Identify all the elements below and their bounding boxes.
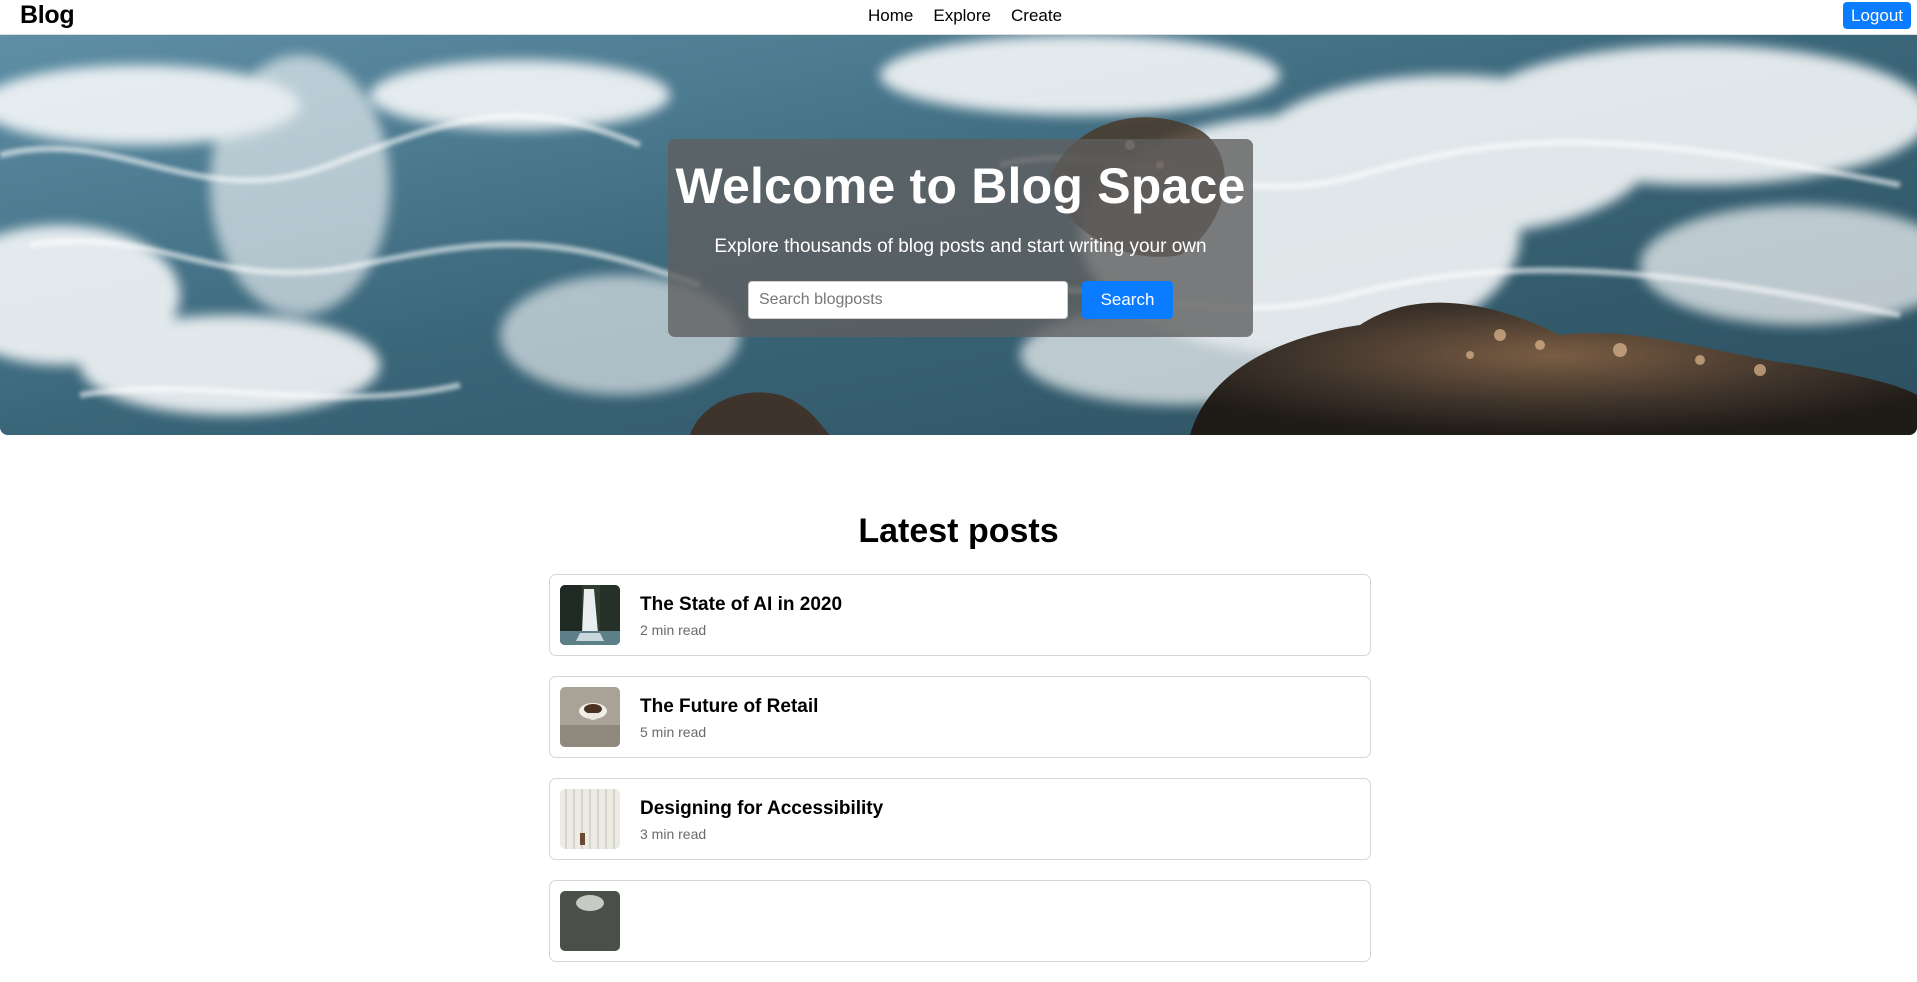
latest-posts-heading: Latest posts <box>858 512 1059 550</box>
nav-explore-link[interactable]: Explore <box>933 6 991 26</box>
post-card[interactable] <box>549 880 1371 962</box>
post-list: The State of AI in 2020 2 min read The F… <box>549 574 1371 982</box>
curtain-thumbnail <box>560 789 620 849</box>
post-card[interactable]: Designing for Accessibility 3 min read <box>549 778 1371 860</box>
post-title[interactable]: Designing for Accessibility <box>640 798 883 820</box>
nav-home-link[interactable]: Home <box>868 6 913 26</box>
post-read-time: 5 min read <box>640 724 707 740</box>
search-form: Search <box>748 281 1173 319</box>
hero-title: Welcome to Blog Space <box>675 158 1246 214</box>
search-input[interactable] <box>748 281 1068 319</box>
waterfall-thumbnail <box>560 585 620 645</box>
post-read-time: 2 min read <box>640 622 707 638</box>
hero-banner: Welcome to Blog Space Explore thousands … <box>0 35 1917 435</box>
nav-create-link[interactable]: Create <box>1011 6 1062 26</box>
top-navbar: Blog Home Explore Create Logout <box>0 0 1917 35</box>
hero-panel: Welcome to Blog Space Explore thousands … <box>668 139 1253 337</box>
post-title[interactable]: The Future of Retail <box>640 696 818 718</box>
post-title[interactable]: The State of AI in 2020 <box>640 594 842 616</box>
search-button[interactable]: Search <box>1082 281 1173 319</box>
logout-button[interactable]: Logout <box>1843 2 1911 29</box>
post-card[interactable]: The Future of Retail 5 min read <box>549 676 1371 758</box>
brand-logo[interactable]: Blog <box>20 1 75 30</box>
post-read-time: 3 min read <box>640 826 707 842</box>
coffee-cup-thumbnail <box>560 687 620 747</box>
post-card[interactable]: The State of AI in 2020 2 min read <box>549 574 1371 656</box>
hero-subtitle: Explore thousands of blog posts and star… <box>714 236 1207 257</box>
main-nav: Home Explore Create <box>868 6 1062 26</box>
rock-thumbnail <box>560 891 620 951</box>
